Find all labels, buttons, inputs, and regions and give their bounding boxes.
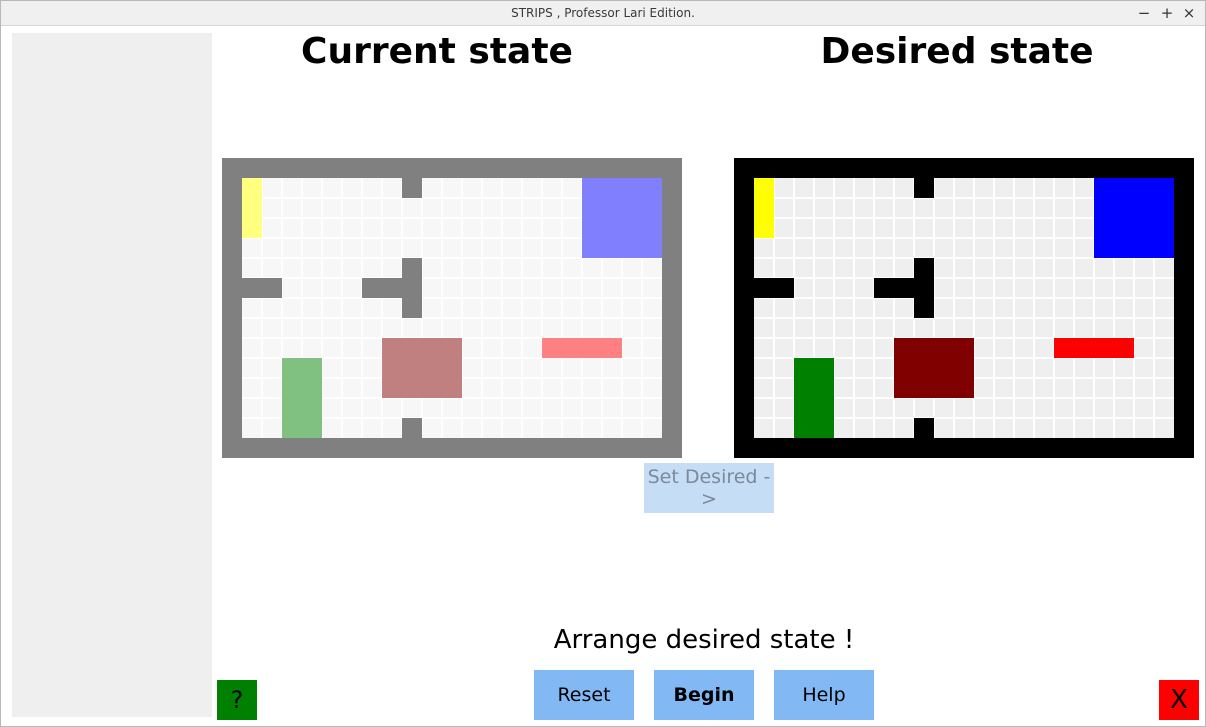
current-wall-segment xyxy=(242,278,282,298)
reset-button[interactable]: Reset xyxy=(534,670,634,720)
desired-state-grid[interactable] xyxy=(734,158,1194,458)
current-state-title: Current state xyxy=(301,31,573,72)
status-message: Arrange desired state ! xyxy=(553,625,855,655)
exit-button[interactable]: X xyxy=(1159,680,1199,720)
desired-wall-segment xyxy=(914,178,934,198)
current-blue-object[interactable] xyxy=(582,178,662,258)
current-wall-segment xyxy=(402,418,422,438)
desired-blue-object[interactable] xyxy=(1094,178,1174,258)
current-wall-segment xyxy=(402,258,422,318)
desired-green-object[interactable] xyxy=(794,358,834,438)
app-window: STRIPS , Professor Lari Edition. − + × C… xyxy=(0,0,1206,727)
side-panel xyxy=(12,33,212,717)
window-title: STRIPS , Professor Lari Edition. xyxy=(511,6,695,20)
current-yellow-object[interactable] xyxy=(242,178,262,238)
desired-wall-segment xyxy=(754,278,794,298)
current-wall-segment xyxy=(362,278,402,298)
desired-wall-segment xyxy=(914,258,934,318)
minimize-icon[interactable]: − xyxy=(1134,3,1154,23)
desired-red-object[interactable] xyxy=(1054,338,1134,358)
desired-wall-segment xyxy=(914,418,934,438)
title-bar[interactable]: STRIPS , Professor Lari Edition. − + × xyxy=(1,1,1205,26)
help-button[interactable]: Help xyxy=(774,670,874,720)
current-maroon-object[interactable] xyxy=(382,338,462,398)
desired-yellow-object[interactable] xyxy=(754,178,774,238)
desired-maroon-object[interactable] xyxy=(894,338,974,398)
current-state-grid[interactable] xyxy=(222,158,682,458)
set-desired-button[interactable]: Set Desired -> xyxy=(644,463,774,513)
close-icon[interactable]: × xyxy=(1179,3,1199,23)
desired-state-title: Desired state xyxy=(820,31,1094,72)
maximize-icon[interactable]: + xyxy=(1157,3,1177,23)
desired-wall-segment xyxy=(874,278,914,298)
begin-button[interactable]: Begin xyxy=(654,670,754,720)
question-button[interactable]: ? xyxy=(217,680,257,720)
current-green-object[interactable] xyxy=(282,358,322,438)
current-pink-object[interactable] xyxy=(542,338,622,358)
current-wall-segment xyxy=(402,178,422,198)
